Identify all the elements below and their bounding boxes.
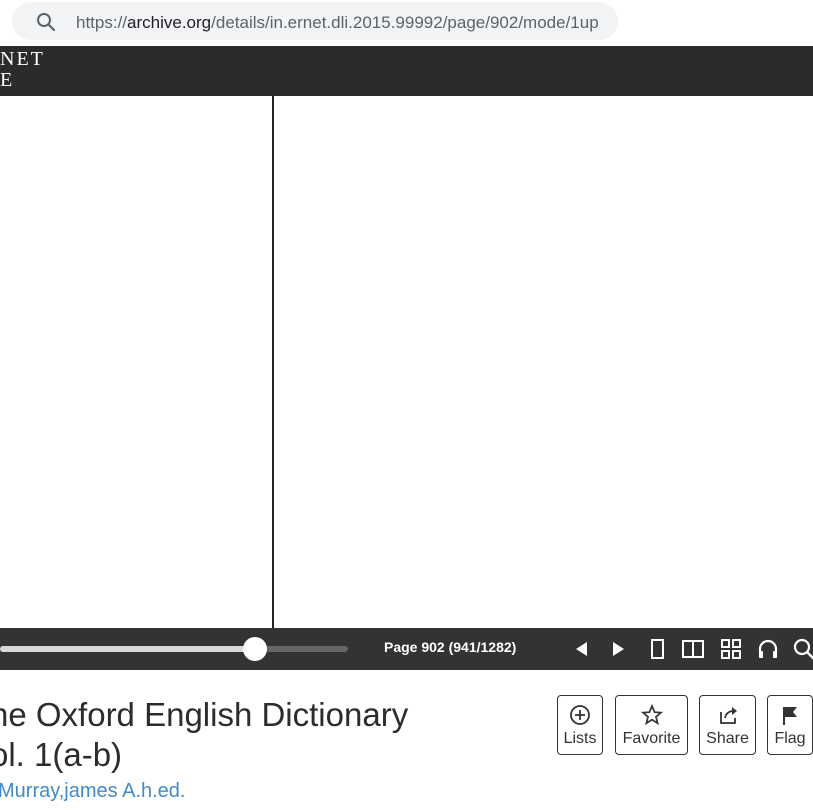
url-text[interactable]: https://archive.org/details/in.ernet.dli… [76, 13, 599, 33]
thumbnail-icon[interactable] [719, 637, 743, 661]
browser-url-bar: https://archive.org/details/in.ernet.dli… [0, 0, 813, 46]
item-author-link[interactable]: Murray,james A.h.ed. [0, 780, 185, 803]
headphones-icon[interactable] [756, 637, 780, 661]
page-indicator: Page 902 (941/1282) [384, 639, 517, 655]
page-slider-fill [0, 646, 256, 652]
plus-circle-icon [570, 705, 590, 725]
address-field[interactable]: https://archive.org/details/in.ernet.dli… [12, 2, 618, 40]
item-title-line-2: ol. 1(a-b) [0, 736, 123, 773]
lists-button[interactable]: Lists [557, 695, 603, 755]
book-page-viewer[interactable]: . 113 Duke. And what's herlord. 1667 MIL… [0, 96, 813, 628]
book-reader-toolbar: Page 902 (941/1282) [0, 628, 813, 670]
favorite-button[interactable]: Favorite [615, 695, 688, 755]
item-title-line-1: he Oxford English Dictionary [0, 696, 409, 733]
page-slider-handle[interactable] [243, 637, 268, 661]
url-host: archive.org [127, 13, 212, 32]
one-page-icon[interactable] [645, 637, 669, 661]
search-inside-icon[interactable] [792, 637, 813, 661]
page-slider-track[interactable] [0, 646, 348, 652]
prev-icon[interactable] [570, 637, 594, 661]
flag-button[interactable]: Flag [767, 695, 813, 755]
star-icon [640, 704, 663, 726]
brand-line-2: E [0, 69, 15, 91]
search-icon [37, 13, 56, 32]
site-logo[interactable]: NET E [0, 49, 45, 91]
flag-label: Flag [774, 730, 806, 747]
share-icon [719, 707, 737, 724]
url-prefix: https:// [76, 13, 128, 32]
next-icon[interactable] [606, 637, 630, 661]
url-path: /details/in.ernet.dli.2015.99992/page/90… [211, 13, 599, 32]
share-button[interactable]: Share [699, 695, 756, 755]
flag-icon [783, 707, 797, 725]
two-page-icon[interactable] [681, 637, 705, 661]
site-header: NET E [0, 46, 813, 96]
favorite-label: Favorite [622, 730, 681, 747]
column-divider [272, 96, 274, 628]
lists-label: Lists [563, 730, 597, 747]
share-label: Share [706, 730, 749, 747]
brand-line-1: NET [0, 48, 45, 70]
